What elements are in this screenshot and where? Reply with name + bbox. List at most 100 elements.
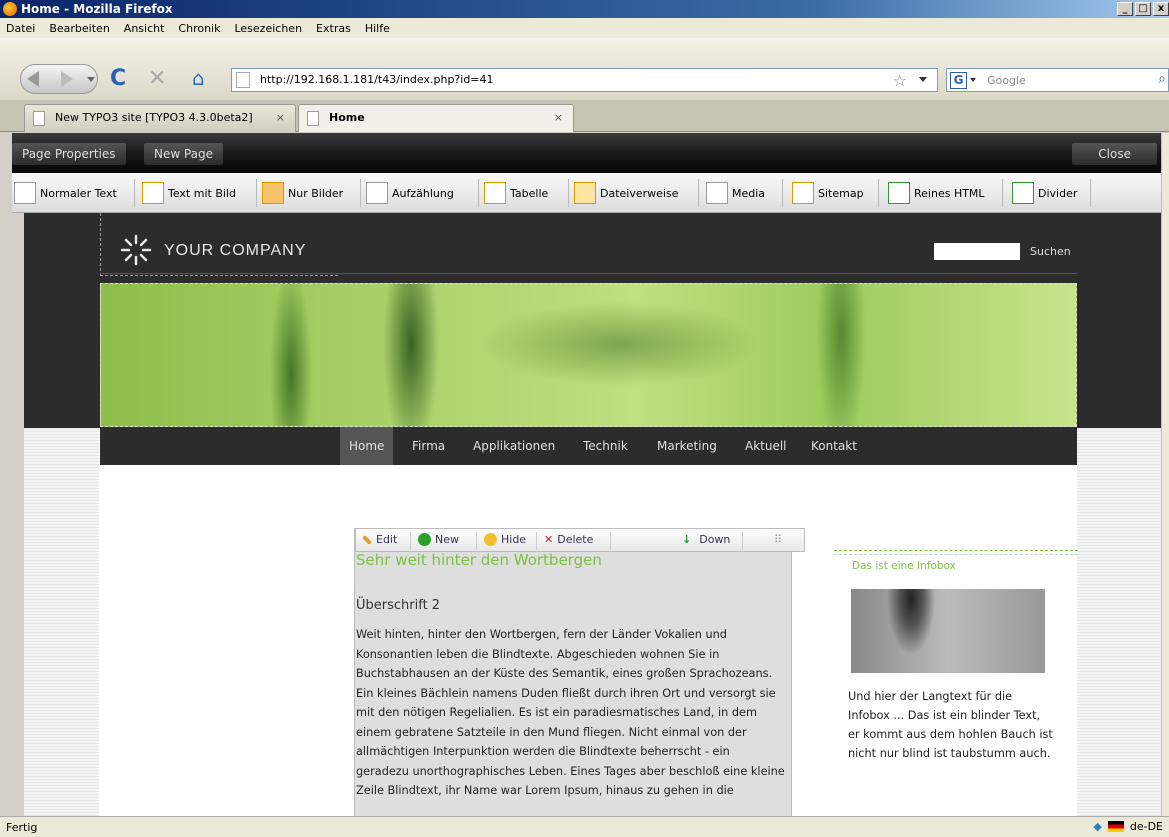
ce-normaler-text[interactable]: Normaler Text [14, 181, 117, 205]
search-icon[interactable]: ⌕ [1158, 71, 1166, 87]
navigation-toolbar: C ✕ ⌂ http://192.168.1.181/t43/index.php… [0, 38, 1169, 100]
nav-firma[interactable]: Firma [412, 427, 445, 465]
infobox-title: Das ist eine Infobox [852, 560, 956, 572]
tab-label: New TYPO3 site [TYPO3 4.3.0beta2] [55, 111, 253, 124]
site-search-input[interactable] [934, 243, 1020, 260]
website-preview: YOUR COMPANY Suchen Home Firma Applikati… [24, 213, 1169, 816]
search-engine-dropdown-icon[interactable] [970, 78, 976, 82]
url-bar[interactable]: http://192.168.1.181/t43/index.php?id=41… [231, 68, 938, 92]
plus-icon [418, 533, 431, 546]
close-admin-button[interactable]: Close [1072, 143, 1157, 165]
home-icon[interactable]: ⌂ [192, 66, 205, 90]
menu-datei[interactable]: Datei [4, 22, 37, 35]
nav-technik[interactable]: Technik [583, 427, 628, 465]
bullets-icon [366, 182, 388, 204]
url-text[interactable]: http://192.168.1.181/t43/index.php?id=41 [260, 73, 494, 86]
ce-aufzaehlung[interactable]: Aufzählung [366, 181, 454, 205]
ce-tabelle[interactable]: Tabelle [484, 181, 548, 205]
url-dropdown-icon[interactable] [919, 77, 927, 82]
bookmark-star-icon[interactable]: ☆ [893, 71, 907, 90]
nav-aktuell[interactable]: Aktuell [745, 427, 787, 465]
menu-hilfe[interactable]: Hilfe [363, 22, 392, 35]
tab-home[interactable]: Home × [298, 104, 574, 132]
images-icon [262, 182, 284, 204]
language-indicator[interactable]: ◆ de-DE [1093, 820, 1163, 833]
hide-button[interactable]: Hide [484, 533, 526, 546]
forward-icon[interactable] [61, 71, 73, 87]
drag-handle-icon[interactable]: ⠿ [774, 533, 782, 546]
close-window-button[interactable]: x [1153, 2, 1169, 16]
move-down-button[interactable]: ↓ Down [682, 533, 730, 546]
language-code: de-DE [1129, 820, 1163, 833]
window-title: Home - Mozilla Firefox [21, 2, 173, 16]
tab-close-icon[interactable]: × [554, 105, 563, 131]
ce-divider[interactable]: Divider [1012, 181, 1077, 205]
ce-text-mit-bild[interactable]: Text mit Bild [142, 181, 236, 205]
page-icon [33, 111, 45, 126]
ce-dateiverweise[interactable]: Dateiverweise [574, 181, 678, 205]
content-body: Weit hinten, hinter den Wortbergen, fern… [356, 628, 785, 797]
tab-typo3-site[interactable]: New TYPO3 site [TYPO3 4.3.0beta2] × [24, 104, 296, 132]
header-banner-image [100, 283, 1077, 427]
media-icon [706, 182, 728, 204]
delete-x-icon: ✕ [544, 533, 554, 546]
history-dropdown-icon[interactable] [87, 77, 95, 82]
infobox-border-inner [834, 554, 1078, 555]
search-bar[interactable]: G Google ⌕ [946, 68, 1169, 92]
tab-bar: New TYPO3 site [TYPO3 4.3.0beta2] × Home… [0, 100, 1169, 132]
menu-ansicht[interactable]: Ansicht [122, 22, 167, 35]
google-icon[interactable]: G [950, 72, 967, 89]
file-links-icon [574, 182, 596, 204]
maximize-button[interactable]: □ [1135, 2, 1151, 16]
delete-button[interactable]: ✕ Delete [544, 533, 593, 546]
page-icon [236, 72, 250, 88]
ce-reines-html[interactable]: Reines HTML [888, 181, 985, 205]
vertical-scrollbar[interactable] [1161, 133, 1169, 816]
window-title-bar: Home - Mozilla Firefox _ □ x [0, 0, 1169, 18]
nav-kontakt[interactable]: Kontakt [811, 427, 857, 465]
menu-chronik[interactable]: Chronik [176, 22, 222, 35]
edit-button[interactable]: Edit [362, 533, 397, 546]
ce-sitemap[interactable]: Sitemap [792, 181, 864, 205]
menu-bearbeiten[interactable]: Bearbeiten [47, 22, 111, 35]
menu-bar: Datei Bearbeiten Ansicht Chronik Lesezei… [0, 18, 1169, 38]
infobox-image [851, 589, 1045, 673]
nav-home[interactable]: Home [340, 427, 394, 465]
status-text: Fertig [6, 821, 38, 834]
infobox-text: Und hier der Langtext für die Infobox ..… [848, 690, 1053, 760]
tab-label: Home [329, 111, 365, 124]
text-image-icon [142, 182, 164, 204]
new-page-button[interactable]: New Page [144, 143, 224, 165]
ce-media[interactable]: Media [706, 181, 765, 205]
content-subheading: Überschrift 2 [356, 598, 441, 613]
company-name: YOUR COMPANY [164, 242, 307, 259]
content-heading: Sehr weit hinter den Wortbergen [356, 551, 602, 569]
tab-close-icon[interactable]: × [276, 105, 285, 131]
company-logo-icon [120, 234, 152, 266]
arrow-down-icon: ↓ [682, 533, 692, 546]
infobox-border [834, 550, 1078, 551]
back-icon[interactable] [27, 71, 39, 87]
site-search-button[interactable]: Suchen [1030, 245, 1071, 258]
table-icon [484, 182, 506, 204]
right-stripe-decoration [1077, 428, 1169, 816]
search-placeholder[interactable]: Google [987, 74, 1026, 87]
back-forward-button[interactable] [20, 64, 98, 94]
firefox-icon [3, 2, 17, 16]
page-properties-button[interactable]: Page Properties [12, 143, 126, 165]
nav-applikationen[interactable]: Applikationen [473, 427, 555, 465]
nav-marketing[interactable]: Marketing [657, 427, 717, 465]
minimize-button[interactable]: _ [1117, 2, 1133, 16]
flag-icon [1107, 821, 1124, 832]
pencil-icon [362, 534, 372, 545]
reload-icon[interactable]: C [110, 66, 126, 91]
new-button[interactable]: New [418, 533, 459, 546]
ce-nur-bilder[interactable]: Nur Bilder [262, 181, 343, 205]
text-icon [14, 182, 36, 204]
stop-icon[interactable]: ✕ [148, 66, 166, 91]
typo3-admin-bar: Page Properties New Page Close [12, 133, 1169, 173]
menu-lesezeichen[interactable]: Lesezeichen [232, 22, 304, 35]
status-bar: Fertig ◆ de-DE [0, 816, 1169, 837]
status-globe-icon: ◆ [1093, 820, 1102, 833]
menu-extras[interactable]: Extras [314, 22, 353, 35]
